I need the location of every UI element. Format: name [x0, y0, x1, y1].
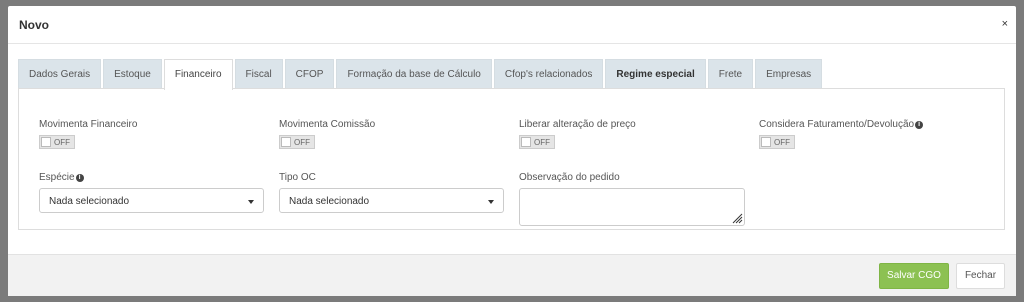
tab-fiscal[interactable]: Fiscal [234, 59, 283, 89]
toggle-state-text: OFF [54, 138, 70, 147]
especie-label: Espécie i [39, 172, 84, 183]
toggle-state-text: OFF [774, 138, 790, 147]
toggle-state-text: OFF [294, 138, 310, 147]
tipo-oc-label: Tipo OC [279, 172, 316, 183]
considera-faturamento-toggle[interactable]: OFF [759, 135, 795, 149]
tab-cfops-relacionados[interactable]: Cfop's relacionados [493, 59, 604, 89]
tab-financeiro[interactable]: Financeiro [163, 59, 233, 90]
info-circle-icon[interactable]: i [915, 121, 924, 129]
save-button[interactable]: Salvar CGO [879, 263, 949, 289]
especie-text: Espécie [39, 172, 75, 183]
close-button[interactable]: Fechar [956, 263, 1005, 289]
movimenta-financeiro-label: Movimenta Financeiro [39, 119, 138, 130]
modal-dialog: Novo × Dados Gerais Estoque Financeiro F… [8, 6, 1016, 296]
especie-select-value: Nada selecionado [49, 196, 130, 207]
tab-empresas[interactable]: Empresas [755, 59, 823, 89]
liberar-alteracao-preco-toggle[interactable]: OFF [519, 135, 555, 149]
tipo-oc-select-value: Nada selecionado [289, 196, 370, 207]
tab-bar: Dados Gerais Estoque Financeiro Fiscal C… [18, 59, 824, 90]
caret-down-icon [248, 200, 254, 204]
toggle-knob [281, 137, 291, 147]
toggle-state-text: OFF [534, 138, 550, 147]
tab-regime-especial[interactable]: Regime especial [605, 59, 706, 89]
observacao-pedido-textarea[interactable] [519, 188, 745, 226]
toggle-knob [41, 137, 51, 147]
modal-title: Novo [19, 18, 49, 32]
movimenta-financeiro-toggle[interactable]: OFF [39, 135, 75, 149]
liberar-alteracao-preco-label: Liberar alteração de preço [519, 119, 636, 130]
toggle-knob [521, 137, 531, 147]
movimenta-comissao-toggle[interactable]: OFF [279, 135, 315, 149]
resize-handle-icon[interactable] [732, 213, 743, 224]
caret-down-icon [488, 200, 494, 204]
tab-panel-financeiro: Movimenta Financeiro OFF Movimenta Comis… [18, 88, 1005, 230]
observacao-pedido-label: Observação do pedido [519, 172, 620, 183]
modal-footer: Salvar CGO Fechar [8, 254, 1016, 296]
tipo-oc-select[interactable]: Nada selecionado [279, 188, 504, 213]
modal-header: Novo × [8, 6, 1016, 44]
movimenta-comissao-label: Movimenta Comissão [279, 119, 376, 130]
tab-cfop[interactable]: CFOP [284, 59, 335, 89]
close-icon[interactable]: × [1002, 18, 1008, 30]
especie-select[interactable]: Nada selecionado [39, 188, 264, 213]
tab-formacao-base-calculo[interactable]: Formação da base de Cálculo [336, 59, 492, 89]
tab-estoque[interactable]: Estoque [103, 59, 162, 89]
considera-faturamento-text: Considera Faturamento/Devolução [759, 119, 915, 130]
tab-dados-gerais[interactable]: Dados Gerais [18, 59, 102, 89]
info-circle-icon[interactable]: i [75, 174, 84, 182]
tab-frete[interactable]: Frete [707, 59, 754, 89]
considera-faturamento-label: Considera Faturamento/Devolução i [759, 119, 924, 130]
toggle-knob [761, 137, 771, 147]
